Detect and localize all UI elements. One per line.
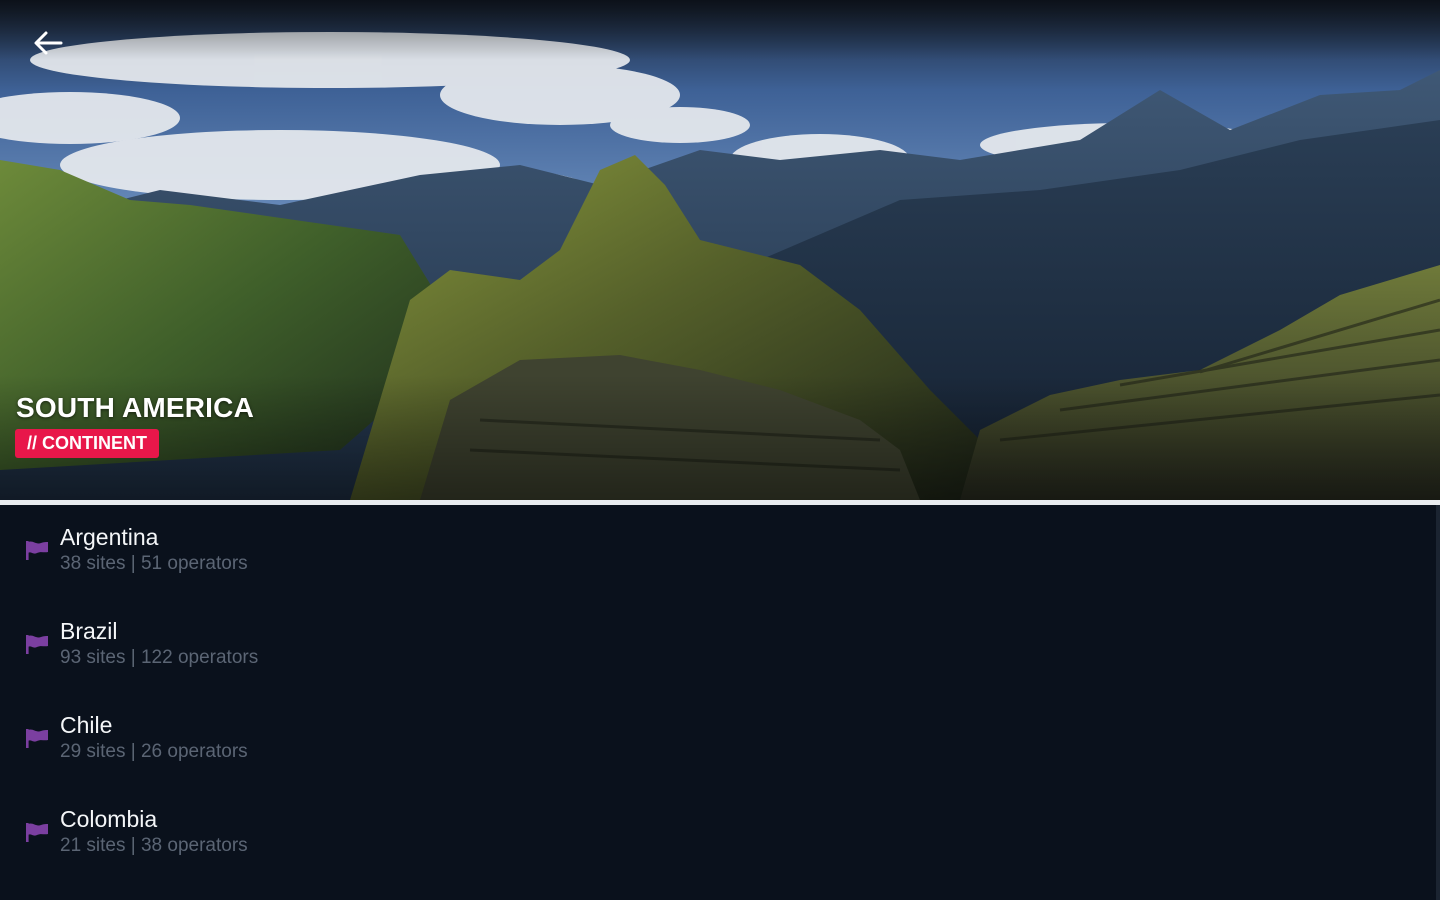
- country-name: Argentina: [60, 524, 159, 550]
- list-item-chile[interactable]: Chile 29 sites | 26 operators: [0, 693, 1436, 787]
- hero-landscape-image: [0, 0, 1440, 500]
- country-stats: 38 sites | 51 operators: [60, 553, 248, 574]
- country-stats: 21 sites | 38 operators: [60, 835, 248, 856]
- country-name: Colombia: [60, 806, 158, 832]
- arrow-left-icon: [34, 31, 63, 55]
- list-item-colombia[interactable]: Colombia 21 sites | 38 operators: [0, 787, 1436, 881]
- country-name: Brazil: [60, 618, 118, 644]
- list-item-argentina[interactable]: Argentina 38 sites | 51 operators: [0, 505, 1436, 599]
- flag-icon: [26, 635, 48, 654]
- list-item-brazil[interactable]: Brazil 93 sites | 122 operators: [0, 599, 1436, 693]
- flag-icon: [26, 823, 48, 842]
- hero-banner: SOUTH AMERICA // CONTINENT: [0, 0, 1440, 500]
- country-stats: 93 sites | 122 operators: [60, 647, 259, 668]
- flag-icon: [26, 729, 48, 748]
- country-list: Argentina 38 sites | 51 operators Brazil…: [0, 505, 1440, 900]
- category-badge: // CONTINENT: [15, 429, 159, 458]
- country-name: Chile: [60, 712, 113, 738]
- page-title: SOUTH AMERICA: [16, 392, 255, 423]
- country-stats: 29 sites | 26 operators: [60, 741, 248, 762]
- back-button[interactable]: [28, 26, 68, 60]
- flag-icon: [26, 541, 48, 560]
